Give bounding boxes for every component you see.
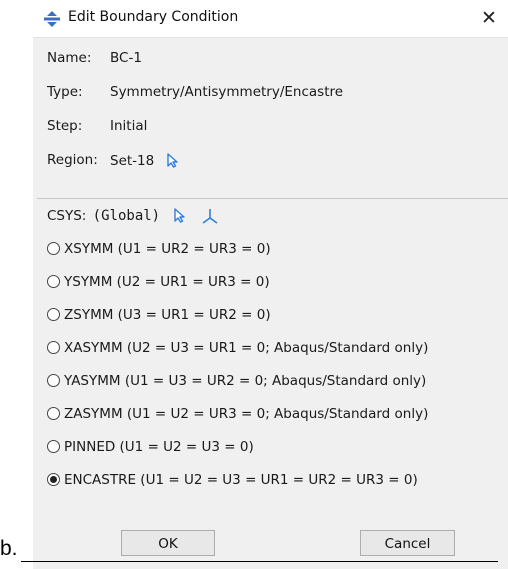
name-value: BC-1 xyxy=(110,50,142,66)
type-label: Type: xyxy=(47,84,83,100)
option-xasymm[interactable]: XASYMM (U2 = U3 = UR1 = 0; Abaqus/Standa… xyxy=(47,337,508,359)
option-xsymm[interactable]: XSYMM (U1 = UR2 = UR3 = 0) xyxy=(47,238,508,260)
option-label: XASYMM (U2 = U3 = UR1 = 0; Abaqus/Standa… xyxy=(64,340,429,356)
close-button[interactable]: ✕ xyxy=(475,4,503,32)
radio-button[interactable] xyxy=(47,374,60,387)
option-pinned[interactable]: PINNED (U1 = U2 = U3 = 0) xyxy=(47,436,508,458)
region-value: Set-18 xyxy=(110,153,155,169)
region-row: Region: Set-18 xyxy=(47,152,178,169)
type-row: Type: Symmetry/Antisymmetry/Encastre xyxy=(47,84,343,100)
create-csys-axes-icon[interactable] xyxy=(201,207,219,225)
step-row: Step: Initial xyxy=(47,118,147,134)
option-yasymm[interactable]: YASYMM (U1 = U3 = UR2 = 0; Abaqus/Standa… xyxy=(47,370,508,392)
select-region-arrow-icon[interactable] xyxy=(165,152,183,170)
option-label: ZSYMM (U3 = UR1 = UR2 = 0) xyxy=(64,307,271,323)
radio-button[interactable] xyxy=(47,242,60,255)
option-label: ENCASTRE (U1 = U2 = U3 = UR1 = UR2 = UR3… xyxy=(64,472,418,488)
boundary-condition-icon xyxy=(43,10,61,28)
region-label: Region: xyxy=(47,152,98,168)
edit-boundary-condition-dialog: Edit Boundary Condition ✕ Name: BC-1 Typ… xyxy=(33,0,508,569)
option-ysymm[interactable]: YSYMM (U2 = UR1 = UR3 = 0) xyxy=(47,271,508,293)
type-value: Symmetry/Antisymmetry/Encastre xyxy=(110,84,344,100)
option-zsymm[interactable]: ZSYMM (U3 = UR1 = UR2 = 0) xyxy=(47,304,508,326)
cancel-button[interactable]: Cancel xyxy=(360,530,455,556)
select-csys-arrow-icon[interactable] xyxy=(172,207,190,225)
csys-label: CSYS: xyxy=(47,208,87,224)
option-label: PINNED (U1 = U2 = U3 = 0) xyxy=(64,439,254,455)
figure-underline xyxy=(21,561,498,562)
region-value-group: Set-18 xyxy=(110,152,183,170)
step-value: Initial xyxy=(110,118,148,134)
csys-value: (Global) xyxy=(92,208,161,224)
option-zasymm[interactable]: ZASYMM (U1 = U2 = UR3 = 0; Abaqus/Standa… xyxy=(47,403,508,425)
radio-button[interactable] xyxy=(47,308,60,321)
name-row: Name: BC-1 xyxy=(47,50,142,66)
csys-row: CSYS: (Global) xyxy=(47,205,219,227)
option-label: XSYMM (U1 = UR2 = UR3 = 0) xyxy=(64,241,271,257)
option-label: ZASYMM (U1 = U2 = UR3 = 0; Abaqus/Standa… xyxy=(64,406,429,422)
option-encastre[interactable]: ENCASTRE (U1 = U2 = U3 = UR1 = UR2 = UR3… xyxy=(47,469,508,491)
dialog-title: Edit Boundary Condition xyxy=(68,9,239,25)
figure-label: b. xyxy=(0,537,18,560)
radio-button[interactable] xyxy=(47,275,60,288)
radio-button[interactable] xyxy=(47,341,60,354)
option-label: YSYMM (U2 = UR1 = UR3 = 0) xyxy=(64,274,270,290)
radio-button[interactable] xyxy=(47,407,60,420)
title-bar: Edit Boundary Condition ✕ xyxy=(33,0,508,38)
ok-button[interactable]: OK xyxy=(121,530,215,556)
section-divider xyxy=(37,198,508,199)
step-label: Step: xyxy=(47,118,83,134)
radio-button[interactable] xyxy=(47,440,60,453)
option-label: YASYMM (U1 = U3 = UR2 = 0; Abaqus/Standa… xyxy=(64,373,427,389)
radio-button-checked[interactable] xyxy=(47,473,60,486)
name-label: Name: xyxy=(47,50,92,66)
